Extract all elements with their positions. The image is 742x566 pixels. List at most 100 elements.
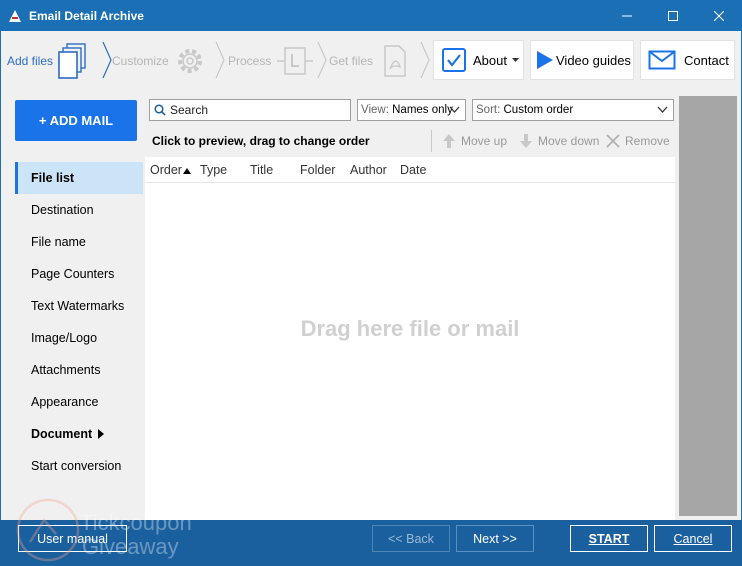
video-guides-button[interactable]: Video guides — [530, 40, 634, 80]
remove-button[interactable]: Remove — [606, 125, 670, 157]
sidebar-item-page-counters[interactable]: Page Counters — [15, 258, 143, 290]
app-logo-icon — [9, 9, 21, 22]
cancel-button[interactable]: Cancel — [654, 525, 732, 552]
sort-select-key: Sort: — [476, 104, 501, 116]
wizard-step-label: Customize — [112, 53, 169, 68]
view-select[interactable]: View: Names only — [357, 99, 466, 121]
view-select-key: View: — [361, 104, 389, 116]
wizard-step-label: Get files — [329, 53, 374, 68]
arrow-up-icon — [443, 134, 455, 148]
arrow-down-icon — [520, 134, 532, 148]
move-down-button[interactable]: Move down — [519, 125, 599, 157]
files-icon — [58, 42, 86, 79]
sidebar-item-label: Start conversion — [31, 459, 122, 473]
column-header-order[interactable]: Order — [150, 163, 191, 177]
sidebar-item-label: Destination — [31, 203, 94, 217]
maximize-icon — [668, 10, 678, 21]
sidebar-item-label: Document — [31, 427, 93, 441]
back-button[interactable]: << Back — [372, 525, 450, 552]
move-up-button[interactable]: Move up — [442, 125, 507, 157]
contact-label: Contact — [684, 52, 729, 68]
column-header-type[interactable]: Type — [200, 163, 227, 177]
next-label: Next >> — [473, 531, 517, 546]
title-bar: Email Detail Archive — [0, 0, 742, 31]
move-up-label: Move up — [461, 134, 508, 148]
sidebar-item-attachments[interactable]: Attachments — [15, 354, 143, 386]
column-header-author[interactable]: Author — [350, 163, 387, 177]
maximize-button[interactable] — [650, 0, 696, 31]
start-button[interactable]: START — [570, 525, 648, 552]
preview-pane — [679, 96, 737, 516]
wizard-step-label: Add files — [7, 53, 54, 68]
column-header-folder[interactable]: Folder — [300, 163, 335, 177]
sidebar-item-label: Appearance — [31, 395, 99, 409]
drop-zone-text[interactable]: Drag here file or mail — [145, 316, 675, 342]
watermark-line-1: Tickcoupon — [80, 510, 192, 535]
sidebar-item-label: Text Watermarks — [31, 299, 125, 313]
wizard-toolbar: Add files Customize Process Get files Ab… — [0, 31, 742, 90]
column-header-title[interactable]: Title — [250, 163, 273, 177]
mail-icon — [648, 50, 676, 70]
view-select-value: Names only — [392, 104, 453, 116]
wizard-step-customize[interactable]: Customize — [112, 31, 207, 90]
process-icon — [277, 46, 314, 75]
about-label: About — [473, 52, 507, 68]
sort-select[interactable]: Sort: Custom order — [472, 99, 674, 121]
wizard-step-process[interactable]: Process — [228, 31, 315, 90]
step-chevron-icon — [102, 41, 112, 79]
sidebar-item-appearance[interactable]: Appearance — [15, 386, 143, 418]
close-icon — [714, 10, 724, 21]
main-panel: + ADD MAIL File list Destination File na… — [0, 90, 742, 520]
wizard-step-label: Process — [228, 53, 272, 68]
table-header: Order Type Title Folder Author Date — [145, 157, 675, 183]
list-action-bar: Click to preview, drag to change order M… — [145, 125, 675, 157]
sidebar-item-start-conversion[interactable]: Start conversion — [15, 450, 143, 482]
sidebar-item-label: File list — [31, 171, 75, 185]
search-placeholder: Search — [170, 103, 209, 117]
wizard-step-add-files[interactable]: Add files — [7, 31, 89, 90]
step-chevron-icon — [420, 41, 430, 79]
sidebar-item-label: Attachments — [31, 363, 101, 377]
play-icon — [537, 51, 553, 69]
wizard-step-get-files[interactable]: Get files — [329, 31, 411, 90]
checkbox-checked-icon — [442, 48, 466, 72]
step-chevron-icon — [215, 41, 225, 79]
search-icon — [154, 104, 166, 116]
window-title: Email Detail Archive — [29, 8, 144, 23]
minimize-icon — [622, 15, 632, 16]
dropdown-arrow-icon — [512, 58, 519, 62]
back-label: << Back — [388, 531, 434, 546]
close-button[interactable] — [696, 0, 742, 31]
remove-label: Remove — [625, 134, 670, 148]
video-guides-label: Video guides — [556, 52, 631, 68]
minimize-button[interactable] — [604, 0, 650, 31]
contact-button[interactable]: Contact — [640, 40, 735, 80]
search-input[interactable]: Search — [149, 99, 351, 121]
sidebar-item-file-name[interactable]: File name — [15, 226, 143, 258]
sidebar-item-document[interactable]: Document — [15, 418, 143, 450]
chevron-down-icon — [657, 106, 668, 113]
sidebar-item-image-logo[interactable]: Image/Logo — [15, 322, 143, 354]
sort-select-value: Custom order — [503, 104, 574, 116]
about-button[interactable]: About — [433, 40, 524, 80]
move-down-label: Move down — [538, 134, 600, 148]
sidebar-item-file-list[interactable]: File list — [15, 162, 143, 194]
step-chevron-icon — [317, 41, 327, 79]
sidebar-item-label: Page Counters — [31, 267, 115, 281]
add-mail-button[interactable]: + ADD MAIL — [15, 100, 137, 141]
watermark-logo: Tickcoupon Giveaway — [16, 498, 192, 562]
sidebar-item-label: File name — [31, 235, 86, 249]
sidebar-item-text-watermarks[interactable]: Text Watermarks — [15, 290, 143, 322]
chevron-down-icon — [449, 106, 460, 113]
list-hint: Click to preview, drag to change order — [152, 134, 370, 148]
gear-icon — [177, 48, 202, 73]
sidebar-item-destination[interactable]: Destination — [15, 194, 143, 226]
sidebar-item-label: Image/Logo — [31, 331, 98, 345]
close-icon — [606, 134, 620, 148]
filter-bar: Search View: Names only Sort: Custom ord… — [145, 90, 675, 125]
start-label: START — [588, 531, 630, 546]
next-button[interactable]: Next >> — [456, 525, 534, 552]
column-header-date[interactable]: Date — [400, 163, 426, 177]
watermark-line-2: Giveaway — [82, 534, 179, 559]
submenu-arrow-icon — [98, 429, 105, 439]
